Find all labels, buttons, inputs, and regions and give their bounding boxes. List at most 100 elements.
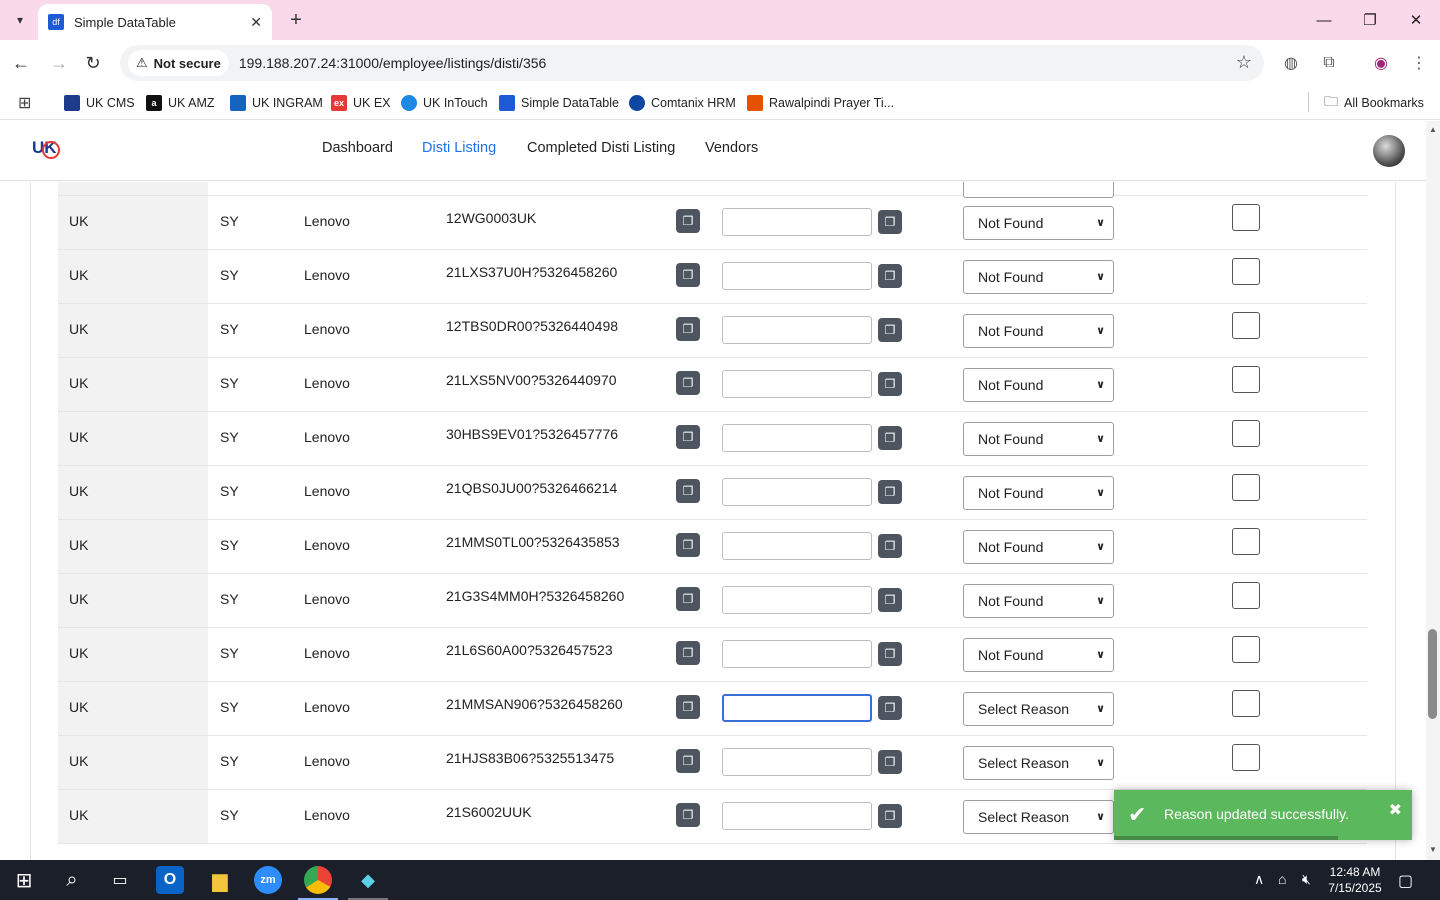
forward-arrow-icon[interactable]: →: [46, 50, 72, 76]
row-checkbox[interactable]: [1232, 690, 1260, 717]
tab-search-chevron-icon[interactable]: ▾: [8, 8, 32, 32]
row-text-input[interactable]: [722, 748, 872, 776]
row-checkbox[interactable]: [1232, 528, 1260, 555]
reason-select[interactable]: Not Found ∨: [963, 476, 1114, 510]
row-text-input[interactable]: [722, 640, 872, 668]
bookmark-item[interactable]: UK INGRAM: [230, 92, 323, 114]
reason-select[interactable]: Select Reason ∨: [963, 746, 1114, 780]
scrollbar-thumb[interactable]: [1428, 629, 1437, 719]
outlook-icon[interactable]: O: [156, 866, 184, 894]
copy-part-button[interactable]: ❐: [676, 695, 700, 719]
reason-select[interactable]: Not Found ∨: [963, 206, 1114, 240]
window-restore-icon[interactable]: ❐: [1358, 8, 1382, 32]
tab-close-icon[interactable]: ✕: [250, 14, 262, 31]
row-text-input[interactable]: [722, 532, 872, 560]
paste-button[interactable]: ❐: [878, 480, 902, 504]
paste-button[interactable]: ❐: [878, 696, 902, 720]
nav-completed-disti-listing[interactable]: Completed Disti Listing: [527, 140, 675, 156]
scroll-down-arrow-icon[interactable]: ▼: [1429, 845, 1437, 854]
row-checkbox[interactable]: [1232, 312, 1260, 339]
nav-disti-listing[interactable]: Disti Listing: [422, 140, 496, 156]
window-minimize-icon[interactable]: —: [1312, 8, 1336, 32]
copy-part-button[interactable]: ❐: [676, 263, 700, 287]
extensions-puzzle-icon[interactable]: ⧉: [1316, 50, 1342, 76]
row-text-input[interactable]: [722, 586, 872, 614]
copy-part-button[interactable]: ❐: [676, 425, 700, 449]
reason-select[interactable]: Not Found ∨: [963, 530, 1114, 564]
paste-button[interactable]: ❐: [878, 534, 902, 558]
row-checkbox[interactable]: [1232, 744, 1260, 771]
browser-menu-kebab-icon[interactable]: ⋮: [1406, 50, 1432, 76]
new-tab-plus-icon[interactable]: +: [284, 8, 308, 32]
user-avatar[interactable]: [1373, 135, 1405, 167]
copy-part-button[interactable]: ❐: [676, 209, 700, 233]
bookmark-item[interactable]: Rawalpindi Prayer Ti...: [747, 92, 894, 114]
reason-select[interactable]: Not Found ∨: [963, 314, 1114, 348]
nav-dashboard[interactable]: Dashboard: [322, 140, 393, 156]
tray-chevron-up-icon[interactable]: ∧: [1254, 871, 1264, 888]
app-diamond-icon[interactable]: ◆: [354, 866, 382, 894]
reason-select[interactable]: Not Found ∨: [963, 638, 1114, 672]
security-chip[interactable]: ⚠ Not secure: [128, 50, 229, 76]
nav-vendors[interactable]: Vendors: [705, 140, 758, 156]
row-text-input[interactable]: [722, 370, 872, 398]
row-text-input[interactable]: [722, 316, 872, 344]
scroll-up-arrow-icon[interactable]: ▲: [1429, 125, 1437, 134]
url-text[interactable]: 199.188.207.24:31000/employee/listings/d…: [239, 55, 546, 71]
reason-select[interactable]: Not Found ∨: [963, 584, 1114, 618]
profile-icon[interactable]: ◉: [1368, 50, 1394, 76]
apps-grid-icon[interactable]: ⊞: [18, 93, 31, 113]
network-icon[interactable]: ⌂: [1278, 871, 1286, 887]
notifications-icon[interactable]: ▢: [1398, 871, 1413, 891]
copy-part-button[interactable]: ❐: [676, 479, 700, 503]
reason-select[interactable]: Select Reason ∨: [963, 692, 1114, 726]
taskbar-clock[interactable]: 12:48 AM 7/15/2025: [1322, 864, 1388, 896]
copy-part-button[interactable]: ❐: [676, 749, 700, 773]
row-checkbox[interactable]: [1232, 474, 1260, 501]
volume-muted-icon[interactable]: 🔇︎: [1302, 871, 1311, 888]
bookmark-item[interactable]: ex UK EX: [331, 92, 391, 114]
copy-part-button[interactable]: ❐: [676, 587, 700, 611]
row-checkbox[interactable]: [1232, 636, 1260, 663]
app-logo[interactable]: UK: [32, 138, 60, 166]
row-text-input[interactable]: [722, 262, 872, 290]
paste-button[interactable]: ❐: [878, 588, 902, 612]
bookmark-item[interactable]: Simple DataTable: [499, 92, 619, 114]
paste-button[interactable]: ❐: [878, 318, 902, 342]
row-checkbox[interactable]: [1232, 420, 1260, 447]
row-checkbox[interactable]: [1232, 366, 1260, 393]
paste-button[interactable]: ❐: [878, 426, 902, 450]
paste-button[interactable]: ❐: [878, 804, 902, 828]
bookmark-item[interactable]: Comtanix HRM: [629, 92, 736, 114]
row-text-input[interactable]: [722, 208, 872, 236]
reason-select[interactable]: Select Reason ∨: [963, 800, 1114, 834]
chrome-icon[interactable]: [304, 866, 332, 894]
copy-part-button[interactable]: ❐: [676, 371, 700, 395]
all-bookmarks[interactable]: 🗀 All Bookmarks: [1324, 92, 1424, 114]
translate-globe-icon[interactable]: ◍: [1278, 50, 1304, 76]
paste-button[interactable]: ❐: [878, 210, 902, 234]
bookmark-item[interactable]: UK CMS: [64, 92, 135, 114]
zoom-icon[interactable]: zm: [254, 866, 282, 894]
row-text-input[interactable]: [722, 802, 872, 830]
paste-button[interactable]: ❐: [878, 642, 902, 666]
reason-select[interactable]: Not Found ∨: [963, 422, 1114, 456]
paste-button[interactable]: ❐: [878, 264, 902, 288]
window-close-icon[interactable]: ✕: [1404, 8, 1428, 32]
page-scrollbar[interactable]: ▲ ▼: [1426, 121, 1440, 860]
copy-part-button[interactable]: ❐: [676, 317, 700, 341]
task-view-icon[interactable]: ▭: [106, 866, 134, 894]
back-arrow-icon[interactable]: ←: [8, 50, 34, 76]
bookmark-item[interactable]: UK InTouch: [401, 92, 488, 114]
copy-part-button[interactable]: ❐: [676, 533, 700, 557]
browser-tab-active[interactable]: df Simple DataTable ✕: [38, 4, 272, 40]
bookmark-star-icon[interactable]: ☆: [1236, 52, 1252, 73]
paste-button[interactable]: ❐: [878, 750, 902, 774]
windows-start-icon[interactable]: ⊞: [10, 866, 38, 894]
reload-icon[interactable]: ↻: [80, 50, 106, 76]
paste-button[interactable]: ❐: [878, 372, 902, 396]
bookmark-item[interactable]: a UK AMZ: [146, 92, 215, 114]
reason-select[interactable]: Not Found ∨: [963, 368, 1114, 402]
row-text-input[interactable]: [722, 424, 872, 452]
file-explorer-icon[interactable]: ▆: [206, 866, 234, 894]
